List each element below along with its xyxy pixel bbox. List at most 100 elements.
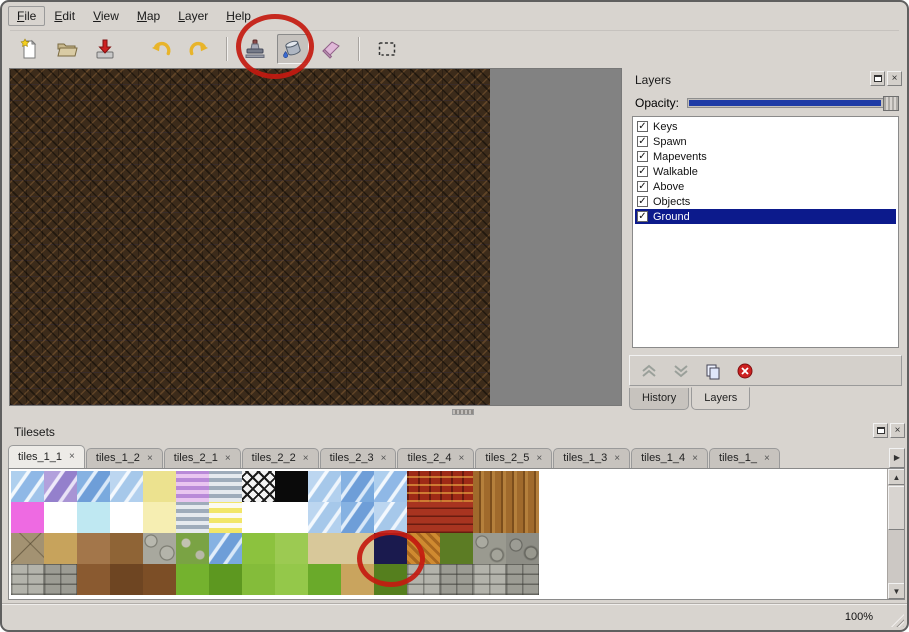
layer-visibility-checkbox[interactable]: ✓	[637, 181, 648, 192]
open-button[interactable]	[51, 34, 83, 64]
layer-row-keys[interactable]: ✓Keys	[635, 119, 896, 134]
tileset-tab-tiles_2_2[interactable]: tiles_2_2×	[242, 448, 319, 468]
rect-select-tool-button[interactable]	[371, 34, 403, 64]
tileset-tile[interactable]	[110, 533, 143, 564]
menu-item-map[interactable]: Map	[128, 6, 169, 26]
close-panel-button[interactable]: ×	[887, 71, 902, 86]
tileset-tile[interactable]	[242, 564, 275, 595]
move-layer-up-button[interactable]	[638, 360, 660, 382]
layer-row-above[interactable]: ✓Above	[635, 179, 896, 194]
layer-row-spawn[interactable]: ✓Spawn	[635, 134, 896, 149]
tileset-tile[interactable]	[473, 502, 506, 533]
undo-button[interactable]	[145, 34, 177, 64]
tileset-tile[interactable]	[374, 471, 407, 502]
tab-scroll-right-button[interactable]: ▶	[889, 448, 905, 468]
tileset-tile[interactable]	[44, 533, 77, 564]
tileset-tile[interactable]	[341, 502, 374, 533]
tileset-tile[interactable]	[473, 533, 506, 564]
tileset-tile[interactable]	[77, 502, 110, 533]
tileset-tile[interactable]	[374, 564, 407, 595]
tileset-tab-tiles_1_3[interactable]: tiles_1_3×	[553, 448, 630, 468]
tab-close-icon[interactable]: ×	[536, 453, 542, 464]
menu-item-edit[interactable]: Edit	[45, 6, 84, 26]
tileset-tile[interactable]	[275, 564, 308, 595]
float-panel-button[interactable]	[870, 71, 885, 86]
layer-visibility-checkbox[interactable]: ✓	[637, 196, 648, 207]
tileset-tile[interactable]	[308, 564, 341, 595]
tileset-tab-tiles_1_1[interactable]: tiles_1_1×	[8, 445, 85, 468]
tab-close-icon[interactable]: ×	[459, 453, 465, 464]
tileset-tile[interactable]	[440, 533, 473, 564]
opacity-slider[interactable]	[687, 98, 899, 108]
tileset-tile[interactable]	[11, 471, 44, 502]
layer-visibility-checkbox[interactable]: ✓	[637, 166, 648, 177]
tileset-tile[interactable]	[176, 502, 209, 533]
tab-close-icon[interactable]: ×	[225, 453, 231, 464]
tileset-tile[interactable]	[473, 564, 506, 595]
tileset-tile[interactable]	[44, 471, 77, 502]
move-layer-down-button[interactable]	[670, 360, 692, 382]
tileset-tile[interactable]	[143, 533, 176, 564]
tileset-tile[interactable]	[341, 533, 374, 564]
menu-item-file[interactable]: File	[8, 6, 45, 26]
tileset-tile[interactable]	[275, 471, 308, 502]
tileset-tile[interactable]	[341, 471, 374, 502]
delete-layer-button[interactable]	[734, 360, 756, 382]
tileset-tile[interactable]	[11, 533, 44, 564]
scrollbar-thumb[interactable]	[888, 486, 905, 530]
layer-visibility-checkbox[interactable]: ✓	[637, 136, 648, 147]
layer-visibility-checkbox[interactable]: ✓	[637, 121, 648, 132]
scroll-down-button[interactable]: ▼	[888, 583, 905, 599]
tileset-tab-tiles_1_[interactable]: tiles_1_×	[709, 448, 780, 468]
fill-tool-button[interactable]	[277, 34, 309, 64]
layer-row-mapevents[interactable]: ✓Mapevents	[635, 149, 896, 164]
tileset-tab-tiles_2_1[interactable]: tiles_2_1×	[164, 448, 241, 468]
tileset-tile[interactable]	[143, 471, 176, 502]
tileset-tab-tiles_1_4[interactable]: tiles_1_4×	[631, 448, 708, 468]
tileset-tile[interactable]	[209, 502, 242, 533]
tileset-tile[interactable]	[407, 502, 440, 533]
tileset-tab-tiles_2_4[interactable]: tiles_2_4×	[397, 448, 474, 468]
menu-item-layer[interactable]: Layer	[169, 6, 217, 26]
tileset-tile[interactable]	[308, 533, 341, 564]
tileset-tab-tiles_2_5[interactable]: tiles_2_5×	[475, 448, 552, 468]
tab-close-icon[interactable]: ×	[614, 453, 620, 464]
tileset-tile[interactable]	[11, 502, 44, 533]
tileset-tile[interactable]	[110, 502, 143, 533]
panel-tab-layers[interactable]: Layers	[691, 387, 750, 410]
tileset-tile[interactable]	[275, 502, 308, 533]
layer-row-walkable[interactable]: ✓Walkable	[635, 164, 896, 179]
layer-visibility-checkbox[interactable]: ✓	[637, 151, 648, 162]
tileset-tile[interactable]	[440, 502, 473, 533]
tileset-tile[interactable]	[275, 533, 308, 564]
tileset-tab-tiles_2_3[interactable]: tiles_2_3×	[320, 448, 397, 468]
panel-tab-history[interactable]: History	[629, 388, 689, 410]
tab-close-icon[interactable]: ×	[764, 453, 770, 464]
duplicate-layer-button[interactable]	[702, 360, 724, 382]
tileset-tile[interactable]	[209, 564, 242, 595]
tab-close-icon[interactable]: ×	[303, 453, 309, 464]
tileset-tile[interactable]	[77, 533, 110, 564]
tab-close-icon[interactable]: ×	[692, 453, 698, 464]
eraser-tool-button[interactable]	[315, 34, 347, 64]
tileset-tab-tiles_1_2[interactable]: tiles_1_2×	[86, 448, 163, 468]
map-canvas[interactable]	[9, 68, 622, 406]
tileset-tile[interactable]	[77, 564, 110, 595]
close-panel-button[interactable]: ×	[890, 423, 905, 438]
tileset-tile[interactable]	[176, 533, 209, 564]
layer-row-objects[interactable]: ✓Objects	[635, 194, 896, 209]
tileset-tile[interactable]	[407, 471, 440, 502]
save-button[interactable]	[89, 34, 121, 64]
tab-close-icon[interactable]: ×	[147, 453, 153, 464]
splitter-grip-icon[interactable]	[452, 409, 474, 415]
tileset-tile[interactable]	[143, 564, 176, 595]
tileset-tile[interactable]	[110, 471, 143, 502]
tileset-tile[interactable]	[242, 533, 275, 564]
tileset-tile[interactable]	[242, 471, 275, 502]
tileset-tile[interactable]	[506, 471, 539, 502]
tileset-tile[interactable]	[44, 564, 77, 595]
resize-grip[interactable]	[891, 614, 904, 627]
scroll-up-button[interactable]: ▲	[888, 469, 905, 485]
tileset-tile[interactable]	[209, 533, 242, 564]
layer-list[interactable]: ✓Keys✓Spawn✓Mapevents✓Walkable✓Above✓Obj…	[632, 116, 899, 348]
